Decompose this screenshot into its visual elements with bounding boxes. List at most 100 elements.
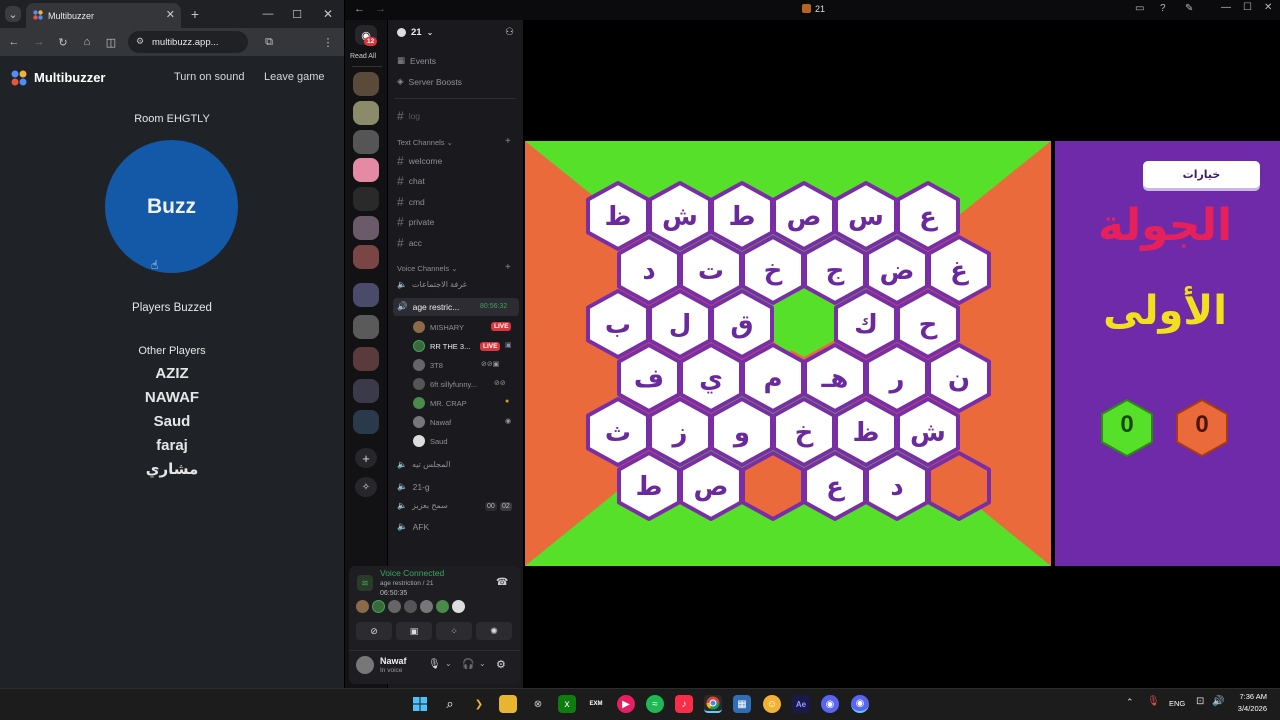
maximize-icon[interactable]: ☐ — [289, 6, 305, 22]
back-icon[interactable]: ← — [6, 34, 22, 50]
server-icon[interactable] — [353, 72, 379, 96]
settings-gear-icon[interactable]: ⚙ — [496, 658, 506, 671]
address-bar[interactable]: ⚙ multibuzz.app... — [128, 31, 248, 53]
clock-date[interactable]: 3/4/2026 — [1230, 704, 1267, 713]
voice-channel[interactable]: 🔈 غرفة الاجتماعات — [397, 280, 467, 289]
add-server-icon[interactable]: + — [355, 448, 377, 468]
server-icon[interactable] — [353, 216, 379, 240]
avatar[interactable] — [356, 600, 369, 613]
voice-location[interactable]: age restriction / 21 — [380, 580, 433, 587]
voice-user[interactable]: MR. CRAP — [413, 397, 467, 409]
emoji-app-icon[interactable]: ☺ — [763, 695, 781, 713]
discover-compass-icon[interactable]: ✧ — [355, 477, 377, 497]
disconnect-icon[interactable]: ☎ — [496, 577, 508, 588]
new-tab-icon[interactable]: + — [187, 6, 203, 22]
forward-icon[interactable]: → — [31, 34, 47, 50]
add-voice-channel-icon[interactable]: + — [505, 262, 511, 273]
read-all-button[interactable]: Read All — [350, 53, 376, 60]
user-avatar[interactable] — [356, 656, 374, 674]
channel-chat[interactable]: # chat — [397, 174, 425, 188]
server-folder-icon[interactable] — [353, 245, 379, 269]
minimize-icon[interactable]: — — [260, 6, 276, 22]
avatar[interactable] — [452, 600, 465, 613]
forward-arrow-icon[interactable]: → — [375, 3, 386, 15]
chevron-down-icon[interactable]: ⌄ — [479, 659, 486, 668]
help-icon[interactable]: ? — [1160, 3, 1166, 14]
server-icon[interactable] — [353, 187, 379, 211]
voice-channel[interactable]: 🔈 سمح بعزيز — [397, 501, 448, 510]
microphone-icon[interactable]: 🎙 — [428, 659, 441, 670]
browser-tab[interactable]: Multibuzzer ✕ — [26, 3, 181, 28]
reload-icon[interactable]: ↻ — [55, 34, 71, 50]
avatar[interactable] — [388, 600, 401, 613]
buzz-button[interactable]: Buzz — [105, 140, 238, 273]
soundboard-button[interactable]: ✺ — [476, 622, 512, 640]
server-folder-icon[interactable] — [353, 283, 379, 307]
avatar[interactable] — [436, 600, 449, 613]
inbox-icon[interactable]: ▭ — [1135, 3, 1144, 14]
voice-user[interactable]: RR THE 3... — [413, 340, 470, 352]
activities-button[interactable]: ⁘ — [436, 622, 472, 640]
server-icon[interactable] — [353, 101, 379, 125]
voice-channel-afk[interactable]: 🔈 AFK — [397, 521, 429, 532]
media-player-icon[interactable]: ▶ — [617, 695, 635, 713]
file-explorer-icon[interactable] — [499, 695, 517, 713]
hex-cell[interactable] — [741, 451, 805, 521]
chrome-icon[interactable] — [704, 695, 722, 713]
screen-share-button[interactable]: ▣ — [396, 622, 432, 640]
xbox-icon[interactable]: ⊗ — [529, 695, 547, 713]
voice-user[interactable]: MISHARY — [413, 321, 464, 333]
add-text-channel-icon[interactable]: + — [505, 136, 511, 147]
voice-user[interactable]: Nawaf — [413, 416, 451, 428]
maximize-icon[interactable]: ☐ — [1243, 2, 1252, 13]
tools-icon[interactable]: ✎ — [1185, 3, 1193, 14]
events-item[interactable]: ▦ Events — [397, 55, 436, 66]
copilot-icon[interactable]: ❯ — [470, 695, 488, 713]
home-icon[interactable]: ⌂ — [79, 34, 95, 50]
minimize-icon[interactable]: — — [1221, 2, 1231, 13]
channel-cmd[interactable]: # cmd — [397, 195, 425, 209]
after-effects-icon[interactable]: Ae — [792, 695, 810, 713]
signal-icon[interactable]: ≋ — [357, 575, 373, 591]
voice-user[interactable]: 3T8 — [413, 359, 443, 371]
server-boosts-item[interactable]: ◈ Server Boosts — [397, 76, 462, 87]
voice-user[interactable]: 6ft sillyfunny... — [413, 378, 477, 390]
voice-channel[interactable]: 🔈 المجلس تيه — [397, 460, 450, 469]
server-folder-icon[interactable] — [353, 347, 379, 371]
chevron-down-icon[interactable]: ⌄ — [445, 659, 452, 668]
clock-time[interactable]: 7:36 AM — [1233, 692, 1267, 701]
server-header[interactable]: 21 ⌄ — [397, 27, 433, 38]
text-channels-header[interactable]: Text Channels ⌄ — [397, 138, 453, 147]
tab-search-icon[interactable]: ⌄ — [5, 6, 21, 22]
extensions-icon[interactable]: ⧉ — [261, 34, 277, 50]
search-icon[interactable]: ⌕ — [441, 695, 459, 713]
voice-channels-header[interactable]: Voice Channels ⌄ — [397, 264, 458, 273]
camera-off-button[interactable]: ⊘ — [356, 622, 392, 640]
app-window-icon[interactable]: ▦ — [733, 695, 751, 713]
spotify-icon[interactable]: ≈ — [646, 695, 664, 713]
volume-icon[interactable]: 🔊 — [1212, 696, 1224, 707]
excel-icon[interactable]: x — [558, 695, 576, 713]
leave-game-link[interactable]: Leave game — [264, 71, 325, 83]
discord-icon[interactable]: ◉ — [821, 695, 839, 713]
apple-music-icon[interactable]: ♪ — [675, 695, 693, 713]
split-view-icon[interactable]: ◫ — [103, 34, 119, 50]
more-menu-icon[interactable]: ⋮ — [320, 34, 336, 50]
server-icon[interactable] — [353, 315, 379, 339]
channel-private[interactable]: # private — [397, 215, 434, 229]
channel-welcome[interactable]: # welcome — [397, 154, 442, 168]
site-info-icon[interactable]: ⚙ — [136, 36, 144, 47]
server-icon[interactable] — [353, 130, 379, 154]
invite-people-icon[interactable]: ⚇ — [505, 27, 514, 38]
hex-cell[interactable] — [927, 451, 991, 521]
server-folder-icon[interactable] — [353, 379, 379, 403]
headphones-icon[interactable]: 🎧 — [462, 659, 474, 670]
options-button[interactable]: خيارات — [1143, 161, 1260, 188]
avatar[interactable] — [404, 600, 417, 613]
channel-acc[interactable]: # acc — [397, 236, 422, 250]
channel-log[interactable]: # log — [397, 109, 420, 123]
microphone-in-use-icon[interactable]: 🎙 — [1147, 696, 1160, 707]
turn-on-sound-link[interactable]: Turn on sound — [174, 71, 245, 83]
exm-app-icon[interactable]: EXM — [587, 695, 605, 713]
tab-close-icon[interactable]: ✕ — [166, 8, 175, 21]
